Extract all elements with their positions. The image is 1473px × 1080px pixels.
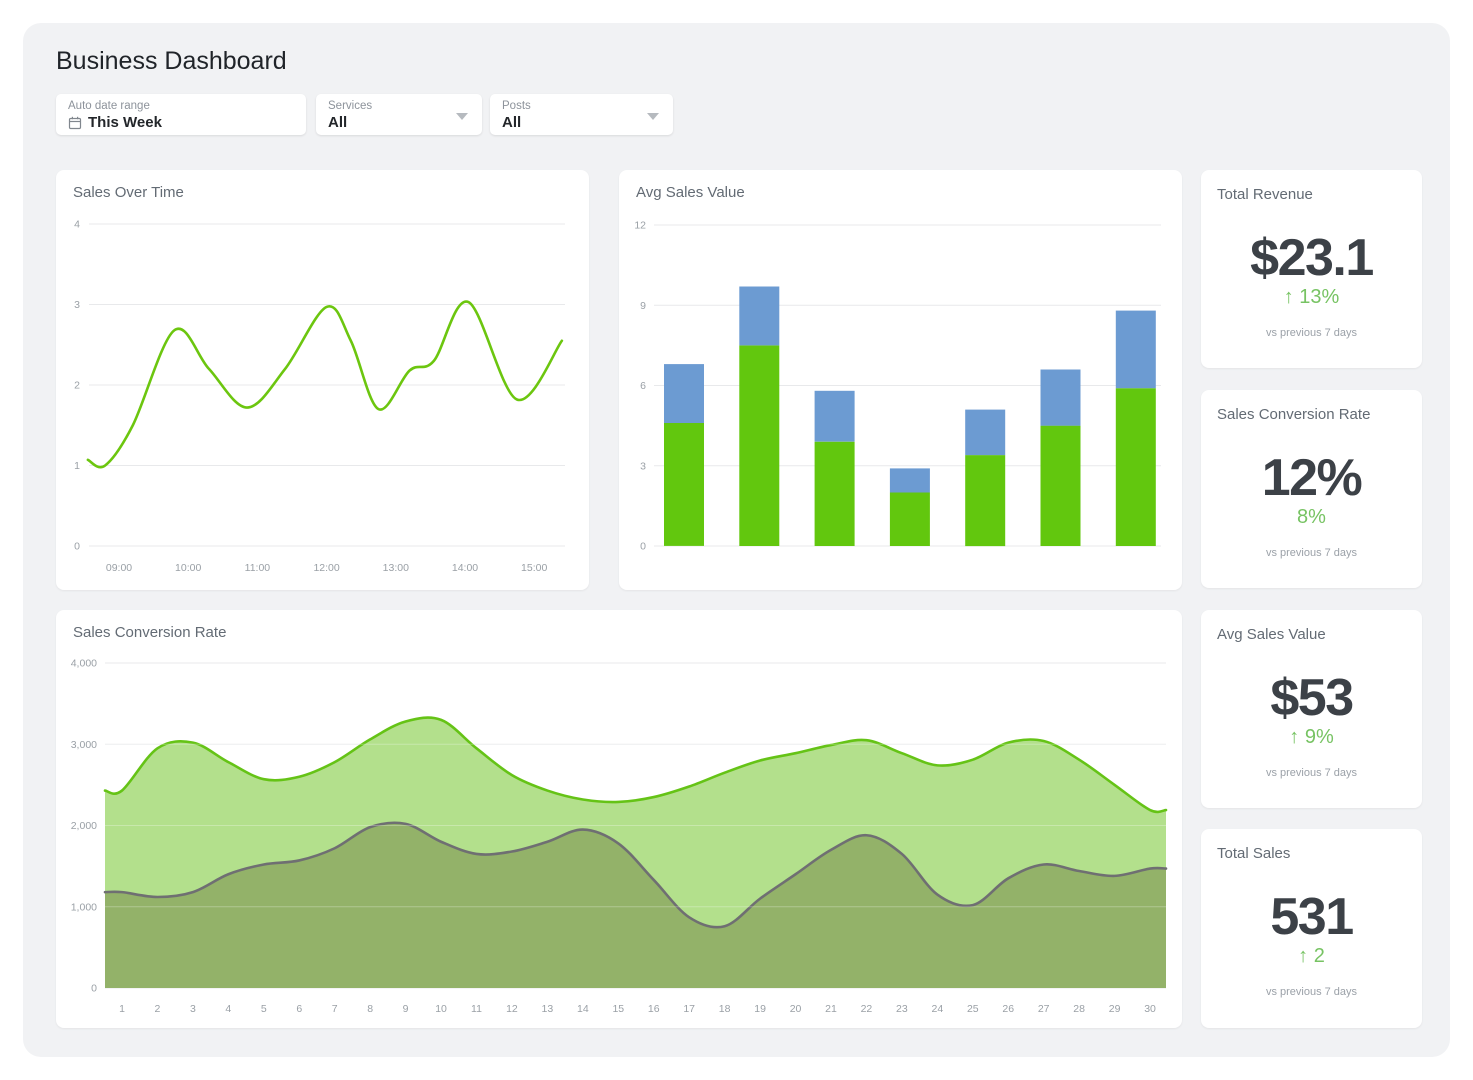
svg-text:28: 28 xyxy=(1073,1003,1085,1015)
chart-title: Avg Sales Value xyxy=(636,184,745,201)
posts-value: All xyxy=(502,114,521,132)
svg-text:16: 16 xyxy=(648,1003,660,1015)
kpi-card-total-revenue: Total Revenue $23.1 ↑ 13% vs previous 7 … xyxy=(1201,170,1422,368)
svg-text:2: 2 xyxy=(74,380,80,392)
kpi-card-sales-conversion-rate: Sales Conversion Rate 12% 8% vs previous… xyxy=(1201,390,1422,588)
date-range-filter[interactable]: Auto date range This Week xyxy=(56,94,306,135)
svg-text:6: 6 xyxy=(296,1003,302,1015)
avg-sales-value-card: Avg Sales Value 0 3 6 9 12 xyxy=(619,170,1182,590)
kpi-delta: 8% xyxy=(1201,506,1422,529)
svg-text:24: 24 xyxy=(932,1003,944,1015)
svg-text:17: 17 xyxy=(683,1003,695,1015)
svg-text:10:00: 10:00 xyxy=(175,562,201,574)
area-chart-canvas: 01,0002,0003,0004,0001234567891011121314… xyxy=(56,610,1182,1028)
svg-text:3: 3 xyxy=(190,1003,196,1015)
svg-text:0: 0 xyxy=(74,541,80,553)
svg-text:26: 26 xyxy=(1002,1003,1014,1015)
sales-conversion-rate-card: Sales Conversion Rate 0 1,000 2,000 3,000 4,… xyxy=(56,610,1182,1028)
svg-text:12: 12 xyxy=(506,1003,518,1015)
svg-text:20: 20 xyxy=(790,1003,802,1015)
chart-title: Sales Conversion Rate xyxy=(73,624,226,641)
filter-label: Services xyxy=(328,99,470,113)
svg-text:4: 4 xyxy=(225,1003,231,1015)
svg-text:22: 22 xyxy=(861,1003,873,1015)
svg-text:7: 7 xyxy=(332,1003,338,1015)
sales-over-time-card: Sales Over Time 0 1 2 3 4 09:00 10:00 11:00 12:0… xyxy=(56,170,589,590)
svg-text:18: 18 xyxy=(719,1003,731,1015)
svg-text:9: 9 xyxy=(640,300,646,312)
svg-text:13: 13 xyxy=(542,1003,554,1015)
svg-text:29: 29 xyxy=(1109,1003,1121,1015)
svg-text:15:00: 15:00 xyxy=(521,562,547,574)
kpi-value: $23.1 xyxy=(1201,228,1422,288)
svg-text:2: 2 xyxy=(155,1003,161,1015)
kpi-card-avg-sales-value: Avg Sales Value $53 ↑ 9% vs previous 7 d… xyxy=(1201,610,1422,808)
kpi-value: $53 xyxy=(1201,668,1422,728)
svg-text:2,000: 2,000 xyxy=(71,820,97,832)
kpi-note: vs previous 7 days xyxy=(1201,767,1422,779)
kpi-value: 12% xyxy=(1201,448,1422,508)
bar-chart-canvas: 0 3 6 9 12 xyxy=(619,170,1182,590)
date-range-value: This Week xyxy=(88,114,162,132)
kpi-card-total-sales: Total Sales 531 ↑ 2 vs previous 7 days xyxy=(1201,829,1422,1028)
svg-text:10: 10 xyxy=(435,1003,447,1015)
svg-text:19: 19 xyxy=(754,1003,766,1015)
dashboard-container: Business Dashboard Auto date range This … xyxy=(23,23,1450,1057)
chevron-down-icon[interactable] xyxy=(456,113,468,120)
svg-text:3,000: 3,000 xyxy=(71,739,97,751)
services-value: All xyxy=(328,114,347,132)
kpi-note: vs previous 7 days xyxy=(1201,986,1422,998)
page-title: Business Dashboard xyxy=(56,47,287,76)
svg-text:12:00: 12:00 xyxy=(313,562,339,574)
svg-text:11: 11 xyxy=(471,1003,482,1015)
kpi-delta: ↑ 13% xyxy=(1201,286,1422,309)
svg-text:13:00: 13:00 xyxy=(383,562,409,574)
svg-text:25: 25 xyxy=(967,1003,979,1015)
kpi-title: Avg Sales Value xyxy=(1217,626,1326,643)
kpi-value: 531 xyxy=(1201,887,1422,947)
svg-text:1: 1 xyxy=(74,460,80,472)
svg-text:30: 30 xyxy=(1144,1003,1156,1015)
svg-text:3: 3 xyxy=(640,460,646,472)
svg-text:27: 27 xyxy=(1038,1003,1050,1015)
svg-text:14:00: 14:00 xyxy=(452,562,478,574)
kpi-title: Total Revenue xyxy=(1217,186,1313,203)
kpi-note: vs previous 7 days xyxy=(1201,327,1422,339)
svg-text:5: 5 xyxy=(261,1003,267,1015)
kpi-delta: ↑ 9% xyxy=(1201,726,1422,749)
svg-text:21: 21 xyxy=(825,1003,837,1015)
filter-label: Auto date range xyxy=(68,99,294,113)
kpi-note: vs previous 7 days xyxy=(1201,547,1422,559)
svg-text:1,000: 1,000 xyxy=(71,901,97,913)
svg-text:15: 15 xyxy=(612,1003,624,1015)
calendar-icon xyxy=(68,116,82,130)
filter-label: Posts xyxy=(502,99,661,113)
svg-text:4,000: 4,000 xyxy=(71,658,97,670)
svg-text:09:00: 09:00 xyxy=(106,562,132,574)
services-filter[interactable]: Services All xyxy=(316,94,482,135)
svg-text:3: 3 xyxy=(74,299,80,311)
posts-filter[interactable]: Posts All xyxy=(490,94,673,135)
svg-text:9: 9 xyxy=(403,1003,409,1015)
svg-text:14: 14 xyxy=(577,1003,589,1015)
svg-text:1: 1 xyxy=(119,1003,125,1015)
kpi-title: Total Sales xyxy=(1217,845,1290,862)
svg-text:12: 12 xyxy=(634,220,646,232)
svg-text:11:00: 11:00 xyxy=(245,562,271,574)
svg-text:0: 0 xyxy=(640,541,646,553)
svg-text:0: 0 xyxy=(91,983,97,995)
svg-text:8: 8 xyxy=(367,1003,373,1015)
svg-text:4: 4 xyxy=(74,219,80,231)
line-chart-canvas: 0 1 2 3 4 09:00 10:00 11:00 12:00 13:00 14:00 15:00 xyxy=(56,170,589,590)
chevron-down-icon[interactable] xyxy=(647,113,659,120)
kpi-delta: ↑ 2 xyxy=(1201,945,1422,968)
kpi-title: Sales Conversion Rate xyxy=(1217,406,1370,423)
svg-text:23: 23 xyxy=(896,1003,908,1015)
chart-title: Sales Over Time xyxy=(73,184,184,201)
svg-text:6: 6 xyxy=(640,380,646,392)
